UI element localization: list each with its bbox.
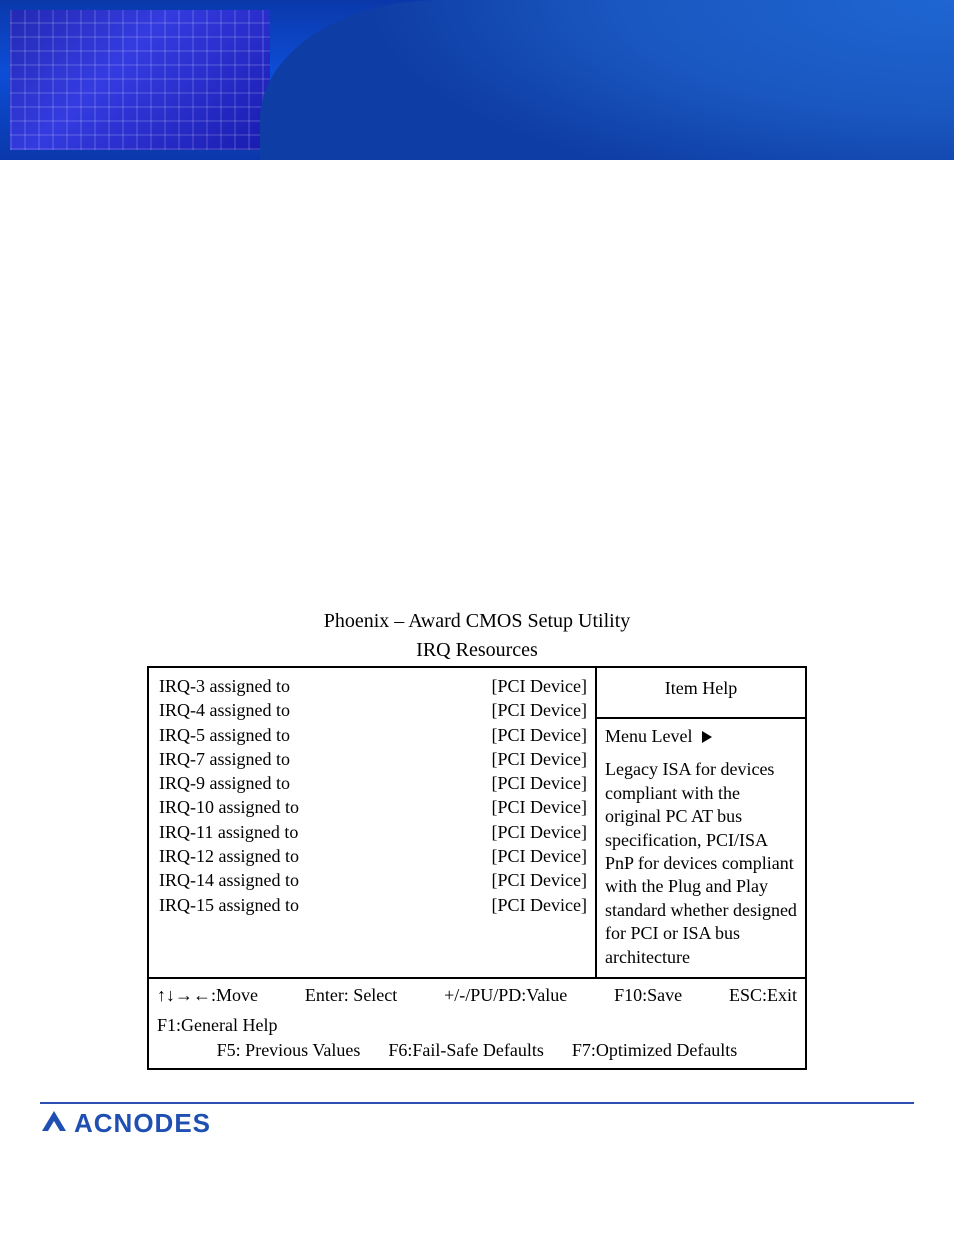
irq-value: [PCI Device] (468, 747, 587, 771)
irq-value: [PCI Device] (468, 674, 587, 698)
banner-swoosh (260, 0, 954, 160)
footer-hint: F5: Previous Values (217, 1038, 361, 1062)
bios-help-panel: Item Help Menu Level Legacy ISA for devi… (595, 668, 805, 977)
footer-hint: Enter: Select (305, 983, 397, 1007)
irq-row[interactable]: IRQ-11 assigned to [PCI Device] (159, 820, 587, 844)
bios-footer-row1: ↑↓→←:Move Enter: Select +/-/PU/PD:Value F10… (157, 983, 797, 1038)
bios-section: Phoenix – Award CMOS Setup Utility IRQ R… (60, 608, 894, 1070)
bios-heading-line2: IRQ Resources (60, 639, 894, 662)
bios-irq-list: IRQ-3 assigned to[PCI Device]IRQ-4 assig… (149, 668, 595, 977)
irq-value: [PCI Device] (468, 844, 587, 868)
bios-footer-row2: F5: Previous Values F6:Fail-Safe Defaults… (157, 1038, 797, 1062)
irq-label: IRQ-14 assigned to (159, 868, 299, 892)
irq-row[interactable]: IRQ-12 assigned to [PCI Device] (159, 844, 587, 868)
irq-value: [PCI Device] (468, 820, 587, 844)
irq-row[interactable]: IRQ-5 assigned to [PCI Device] (159, 723, 587, 747)
irq-label: IRQ-15 assigned to (159, 893, 299, 917)
irq-label: IRQ-3 assigned to (159, 674, 290, 698)
brand-name: ACNODES (74, 1108, 211, 1139)
footer-hint: F1:General Help (157, 1013, 277, 1037)
irq-row[interactable]: IRQ-14 assigned to [PCI Device] (159, 868, 587, 892)
irq-label: IRQ-10 assigned to (159, 795, 299, 819)
irq-value: [PCI Device] (468, 771, 587, 795)
irq-label: IRQ-7 assigned to (159, 747, 290, 771)
irq-value: [PCI Device] (468, 893, 587, 917)
irq-value: [PCI Device] (468, 698, 587, 722)
irq-row[interactable]: IRQ-9 assigned to [PCI Device] (159, 771, 587, 795)
irq-value: [PCI Device] (468, 723, 587, 747)
irq-label: IRQ-9 assigned to (159, 771, 290, 795)
irq-row[interactable]: IRQ-7 assigned to [PCI Device] (159, 747, 587, 771)
irq-row[interactable]: IRQ-3 assigned to [PCI Device] (159, 674, 587, 698)
irq-label: IRQ-11 assigned to (159, 820, 298, 844)
page-body: Phoenix – Award CMOS Setup Utility IRQ R… (0, 160, 954, 1080)
irq-label: IRQ-5 assigned to (159, 723, 290, 747)
footer-hint: F6:Fail-Safe Defaults (388, 1038, 543, 1062)
brand-row: ACNODES (0, 1104, 954, 1139)
brand-logo-icon (40, 1109, 68, 1138)
bios-footer: ↑↓→←:Move Enter: Select +/-/PU/PD:Value F10… (149, 977, 805, 1068)
footer-hint: ESC:Exit (729, 983, 797, 1007)
help-text: Legacy ISA for devices compliant with th… (605, 758, 797, 969)
banner-chip-art (10, 10, 270, 150)
help-title: Item Help (597, 668, 805, 719)
bios-box: IRQ-3 assigned to[PCI Device]IRQ-4 assig… (147, 666, 807, 1070)
irq-row[interactable]: IRQ-15 assigned to [PCI Device] (159, 893, 587, 917)
triangle-right-icon (702, 731, 712, 743)
footer-hint: +/-/PU/PD:Value (444, 983, 567, 1007)
irq-row[interactable]: IRQ-10 assigned to [PCI Device] (159, 795, 587, 819)
menu-level-label: Menu Level (605, 725, 692, 748)
menu-level-row: Menu Level (605, 725, 797, 748)
bios-heading-line1: Phoenix – Award CMOS Setup Utility (60, 608, 894, 635)
footer-hint: ↑↓→←:Move (157, 983, 258, 1007)
footer-hint: F7:Optimized Defaults (572, 1038, 737, 1062)
irq-row[interactable]: IRQ-4 assigned to [PCI Device] (159, 698, 587, 722)
irq-value: [PCI Device] (468, 795, 587, 819)
bios-top-row: IRQ-3 assigned to[PCI Device]IRQ-4 assig… (149, 668, 805, 977)
help-body: Menu Level Legacy ISA for devices compli… (597, 719, 805, 977)
footer-hint: F10:Save (614, 983, 682, 1007)
page-banner (0, 0, 954, 160)
irq-value: [PCI Device] (468, 868, 587, 892)
irq-label: IRQ-12 assigned to (159, 844, 299, 868)
irq-label: IRQ-4 assigned to (159, 698, 290, 722)
